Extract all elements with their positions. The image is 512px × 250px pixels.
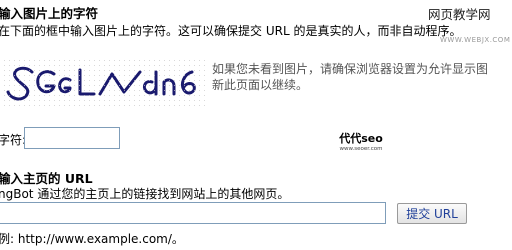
- captcha-hint-line2: 新此页面以继续。: [212, 78, 309, 92]
- captcha-heading: 输入图片上的字符: [0, 6, 99, 21]
- chars-label: 字符:: [0, 133, 27, 147]
- captcha-instruction: 在下面的框中输入图片上的字符。这可以确保提交 URL 的是真实的人，而非自动程序…: [0, 24, 462, 38]
- seo-logo: 代代seo www.seoer.com: [336, 130, 386, 152]
- captcha-input[interactable]: [24, 127, 120, 149]
- captcha-image: [2, 58, 208, 110]
- submit-url-button[interactable]: 提交 URL: [397, 203, 467, 224]
- captcha-glyphs: [6, 66, 196, 101]
- url-description: ngBot 通过您的主页上的链接找到网站上的其他网页。: [0, 187, 290, 201]
- watermark-url: WWW.WEBJX.COM: [440, 36, 511, 44]
- url-input[interactable]: [0, 202, 386, 224]
- captcha-hint-line1: 如果您未看到图片，请确保浏览器设置为允许显示图: [212, 62, 489, 76]
- seo-logo-url: www.seoer.com: [339, 146, 383, 152]
- watermark-title: 网页教学网: [426, 4, 493, 23]
- seo-logo-title: 代代seo: [339, 132, 383, 145]
- url-example: 例: http://www.example.com/。: [0, 232, 184, 246]
